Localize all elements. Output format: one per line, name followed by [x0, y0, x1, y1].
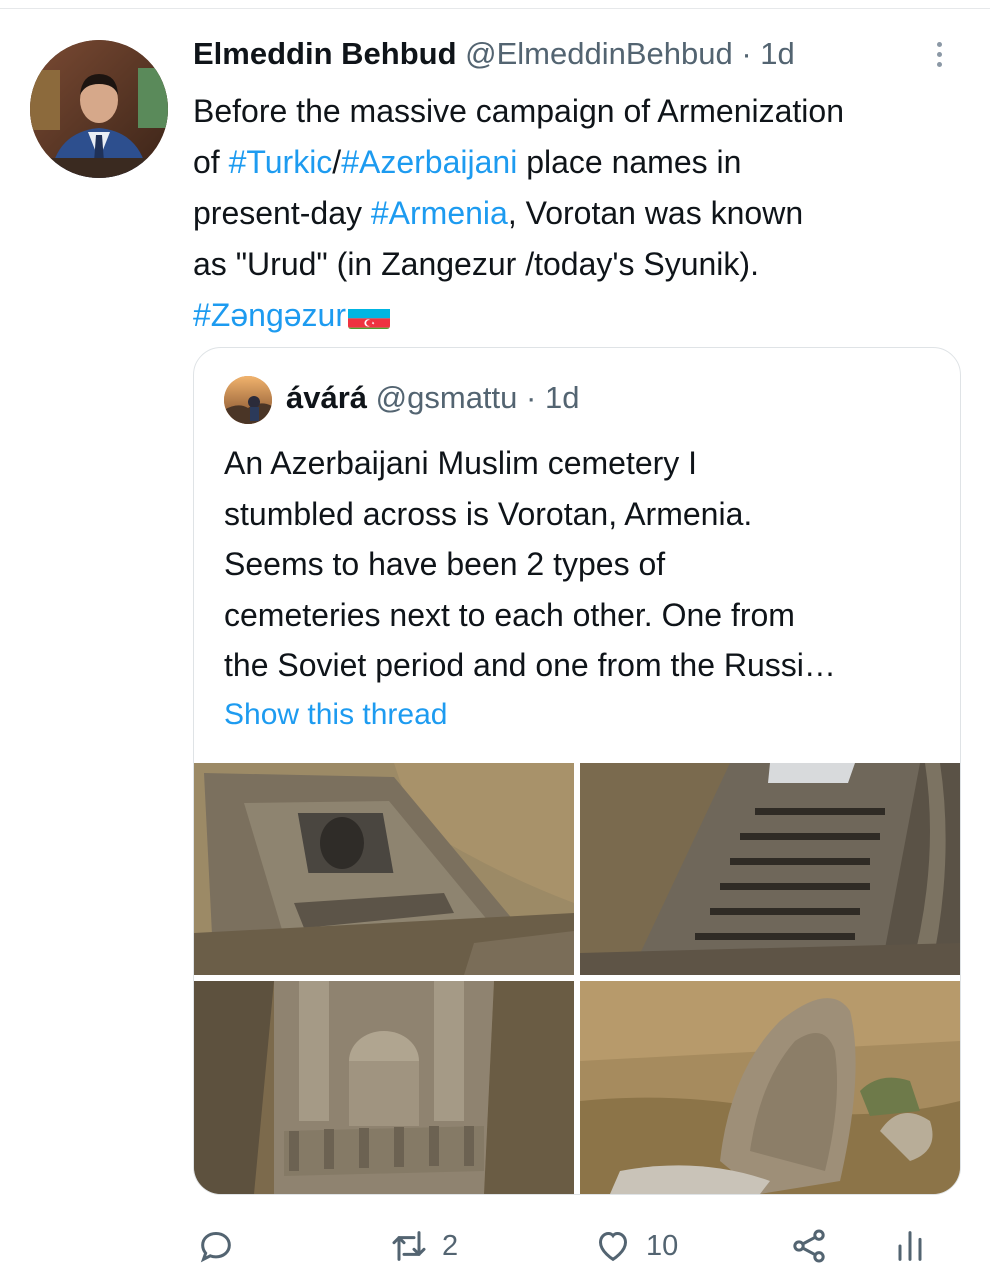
cemetery-photo-2[interactable] — [580, 763, 960, 975]
tweet-text-segment: present-day — [193, 195, 371, 231]
quoted-tweet-time[interactable]: 1d — [545, 380, 579, 415]
quoted-author-handle[interactable]: @gsmattu — [376, 380, 518, 415]
quoted-tweet-text-line: Seems to have been 2 types of — [224, 546, 666, 582]
reply-icon — [196, 1226, 236, 1266]
share-button[interactable] — [788, 1218, 830, 1274]
azerbaijan-flag-icon — [347, 301, 390, 329]
tweet-text: Before the massive campaign of Armenizat… — [193, 86, 973, 341]
tweet-text-segment: place names in — [517, 144, 742, 180]
quoted-tweet-text-line: cemeteries next to each other. One from — [224, 596, 795, 633]
cemetery-photo-1[interactable] — [194, 763, 574, 975]
quoted-tweet-header: ávárá @gsmattu · 1d — [286, 380, 579, 416]
tweet-text-line: Before the massive campaign of Armenizat… — [193, 86, 973, 137]
header-separator: · — [741, 36, 752, 71]
tweet-text-segment: , Vorotan was known — [507, 195, 804, 231]
retweet-icon — [388, 1226, 430, 1266]
quoted-author-name[interactable]: ávárá — [286, 380, 367, 415]
like-count: 10 — [646, 1229, 679, 1262]
show-thread-link[interactable]: Show this thread — [224, 698, 447, 732]
cemetery-photo-4[interactable] — [580, 981, 960, 1194]
tweet-text-line: present-day #Armenia, Vorotan was known — [193, 188, 973, 239]
quoted-tweet-text-line: stumbled across is Vorotan, Armenia. — [224, 495, 753, 532]
author-avatar[interactable] — [30, 40, 168, 178]
like-button[interactable]: 10 — [592, 1218, 678, 1274]
like-icon — [592, 1226, 634, 1266]
hashtag-link[interactable]: #Turkic — [229, 144, 333, 180]
share-icon — [788, 1226, 830, 1266]
tweet-header: Elmeddin Behbud @ElmeddinBehbud · 1d — [193, 36, 953, 80]
tweet-time[interactable]: 1d — [760, 36, 794, 71]
cemetery-photo-3[interactable] — [194, 981, 574, 1194]
author-name[interactable]: Elmeddin Behbud — [193, 36, 457, 71]
tweet-text-segment: Before the massive campaign of Armenizat… — [193, 93, 844, 129]
photo-grid — [194, 763, 960, 1194]
tweet-text-line: of #Turkic/#Azerbaijani place names in — [193, 137, 973, 188]
tweet-action-bar: 2 10 — [0, 1218, 990, 1274]
tweet-text-line: as "Urud" (in Zangezur /today's Syunik). — [193, 239, 973, 290]
top-divider — [0, 8, 990, 9]
hashtag-link[interactable]: #Zəngəzur — [193, 297, 346, 333]
analytics-button[interactable] — [890, 1218, 930, 1274]
author-handle[interactable]: @ElmeddinBehbud — [465, 36, 733, 71]
tweet-text-segment: / — [332, 144, 342, 180]
more-options-icon[interactable] — [930, 38, 948, 74]
quoted-author-avatar[interactable] — [224, 376, 272, 424]
tweet-text-segment: of — [193, 144, 229, 180]
retweet-button[interactable]: 2 — [388, 1218, 458, 1274]
quoted-tweet-text: An Azerbaijani Muslim cemetery I stumbled… — [224, 438, 944, 691]
tweet-text-line: #Zəngəzur — [193, 290, 973, 341]
quoted-tweet-text-line: An Azerbaijani Muslim cemetery I — [224, 445, 698, 481]
hashtag-link[interactable]: #Armenia — [371, 195, 508, 231]
tweet-text-segment: as "Urud" (in Zangezur /today's Syunik). — [193, 246, 759, 282]
quoted-tweet-text-line: the Soviet period and one from the Russi… — [224, 647, 836, 683]
quoted-header-separator: · — [526, 380, 537, 415]
hashtag-link[interactable]: #Azerbaijani — [341, 144, 517, 180]
quoted-tweet-card[interactable]: ávárá @gsmattu · 1d An Azerbaijani Musli… — [193, 347, 961, 1195]
reply-button[interactable] — [196, 1218, 248, 1274]
analytics-icon — [890, 1226, 930, 1266]
retweet-count: 2 — [442, 1229, 459, 1262]
